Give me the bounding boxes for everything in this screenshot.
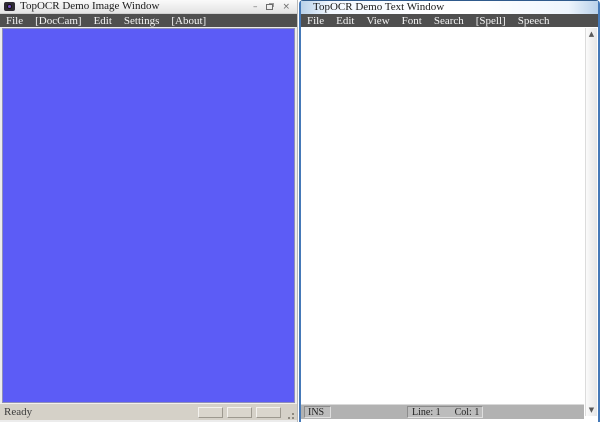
menu-file[interactable]: File xyxy=(304,15,330,27)
text-editor-area[interactable] xyxy=(301,28,584,403)
scroll-down-icon[interactable]: ▼ xyxy=(586,404,597,416)
line-indicator: Line: 1 xyxy=(412,407,441,418)
scroll-up-icon[interactable]: ▲ xyxy=(586,28,597,40)
camera-lens-icon xyxy=(7,4,12,9)
menu-about[interactable]: [About] xyxy=(165,15,212,27)
col-indicator: Col: 1 xyxy=(454,407,480,418)
minimize-icon[interactable]: – xyxy=(253,2,258,12)
menu-edit[interactable]: Edit xyxy=(88,15,118,27)
status-panes xyxy=(198,406,281,418)
menu-spell[interactable]: [Spell] xyxy=(470,15,512,27)
status-ready-text: Ready xyxy=(4,406,33,418)
image-window-statusbar: Ready xyxy=(0,403,297,420)
status-pane-1 xyxy=(198,406,223,418)
resize-grip[interactable] xyxy=(292,413,294,415)
image-canvas[interactable] xyxy=(2,28,295,403)
status-pane-3 xyxy=(256,406,281,418)
text-window: TopOCR Demo Text Window File Edit View F… xyxy=(299,0,600,422)
menu-file[interactable]: File xyxy=(3,15,29,27)
text-window-titlebar[interactable]: TopOCR Demo Text Window xyxy=(301,1,598,14)
menu-doccam[interactable]: [DocCam] xyxy=(29,15,87,27)
text-window-menubar: File Edit View Font Search [Spell] Speec… xyxy=(301,14,598,27)
menu-view[interactable]: View xyxy=(360,15,395,27)
close-icon[interactable]: × xyxy=(282,2,290,12)
text-window-statusbar: INS Line: 1 Col: 1 xyxy=(301,404,584,419)
menu-font[interactable]: Font xyxy=(396,15,428,27)
menu-speech[interactable]: Speech xyxy=(512,15,556,27)
window-controls: – × xyxy=(253,2,293,12)
image-window-menubar: File [DocCam] Edit Settings [About] xyxy=(0,14,297,27)
image-window-titlebar[interactable]: TopOCR Demo Image Window – × xyxy=(0,0,297,14)
camera-icon xyxy=(4,2,15,11)
image-window: TopOCR Demo Image Window – × File [DocCa… xyxy=(0,0,298,422)
status-pane-2 xyxy=(227,406,252,418)
vertical-scrollbar[interactable]: ▲ ▼ xyxy=(585,28,597,416)
restore-icon[interactable] xyxy=(266,3,274,10)
line-col-indicator: Line: 1 Col: 1 xyxy=(407,406,483,418)
menu-edit[interactable]: Edit xyxy=(330,15,360,27)
menu-settings[interactable]: Settings xyxy=(118,15,165,27)
image-window-title: TopOCR Demo Image Window xyxy=(20,0,160,12)
insert-mode-indicator: INS xyxy=(304,406,331,418)
text-window-title: TopOCR Demo Text Window xyxy=(313,1,445,13)
menu-search[interactable]: Search xyxy=(428,15,470,27)
